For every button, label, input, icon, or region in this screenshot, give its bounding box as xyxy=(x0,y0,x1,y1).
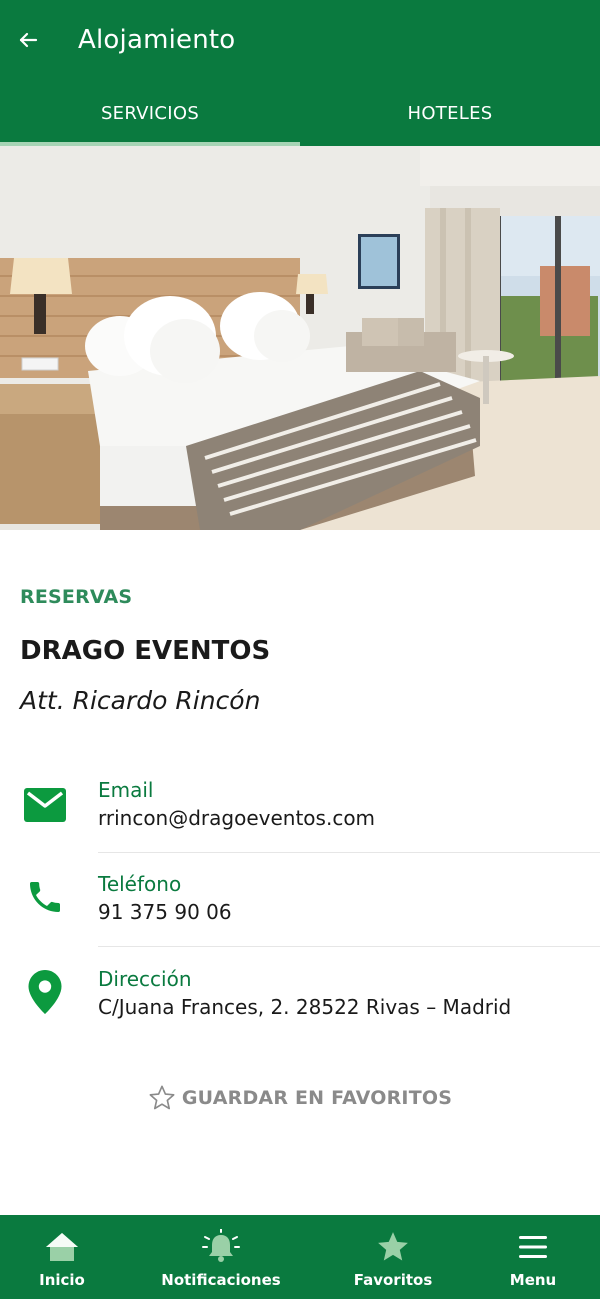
section-label: RESERVAS xyxy=(20,586,133,608)
hotel-room-photo xyxy=(0,146,600,530)
company-name: DRAGO EVENTOS xyxy=(20,636,271,666)
divider xyxy=(98,946,600,947)
nav-item-notificaciones[interactable]: Notificaciones xyxy=(161,1215,281,1299)
save-favorites-button[interactable]: GUARDAR EN FAVORITOS xyxy=(0,1084,600,1112)
contact-row-email[interactable]: Email rrincon@dragoeventos.com xyxy=(0,776,600,854)
bell-icon xyxy=(201,1227,241,1267)
phone-icon xyxy=(22,874,68,920)
tab-servicios[interactable]: SERVICIOS xyxy=(0,80,300,146)
app-screen: Alojamiento SERVICIOS HOTELES RESERVAS D… xyxy=(0,0,600,1299)
star-icon xyxy=(373,1227,413,1267)
nav-label-inicio: Inicio xyxy=(39,1271,85,1289)
nav-label-menu: Menu xyxy=(509,1271,557,1289)
back-button[interactable] xyxy=(0,0,56,80)
arrow-back-icon xyxy=(19,32,38,48)
nav-item-favoritos[interactable]: Favoritos xyxy=(348,1215,438,1299)
home-icon xyxy=(42,1227,82,1267)
email-icon xyxy=(22,782,68,828)
star-outline-icon xyxy=(149,1085,175,1110)
address-label: Dirección xyxy=(98,967,192,991)
location-pin-icon xyxy=(22,969,68,1015)
email-label: Email xyxy=(98,778,154,802)
contact-row-address[interactable]: Dirección C/Juana Frances, 2. 28522 Riva… xyxy=(0,965,600,1035)
contact-person: Att. Ricardo Rincón xyxy=(20,686,261,715)
nav-label-notificaciones: Notificaciones xyxy=(161,1271,281,1289)
nav-item-inicio[interactable]: Inicio xyxy=(22,1215,102,1299)
nav-label-favoritos: Favoritos xyxy=(353,1271,433,1289)
tab-bar: SERVICIOS HOTELES xyxy=(0,80,600,146)
address-value: C/Juana Frances, 2. 28522 Rivas – Madrid xyxy=(98,995,512,1019)
app-bar: Alojamiento xyxy=(0,0,600,80)
divider xyxy=(98,852,600,853)
phone-value: 91 375 90 06 xyxy=(98,900,232,924)
page-title: Alojamiento xyxy=(78,25,236,55)
tab-hoteles[interactable]: HOTELES xyxy=(300,80,600,146)
phone-label: Teléfono xyxy=(98,872,182,896)
save-favorites-label: GUARDAR EN FAVORITOS xyxy=(181,1087,453,1109)
menu-icon xyxy=(513,1227,553,1267)
bottom-nav: Inicio Notificaciones Favoritos Menu xyxy=(0,1215,600,1299)
email-value: rrincon@dragoeventos.com xyxy=(98,806,376,830)
nav-item-menu[interactable]: Menu xyxy=(493,1215,573,1299)
contact-row-phone[interactable]: Teléfono 91 375 90 06 xyxy=(0,870,600,948)
